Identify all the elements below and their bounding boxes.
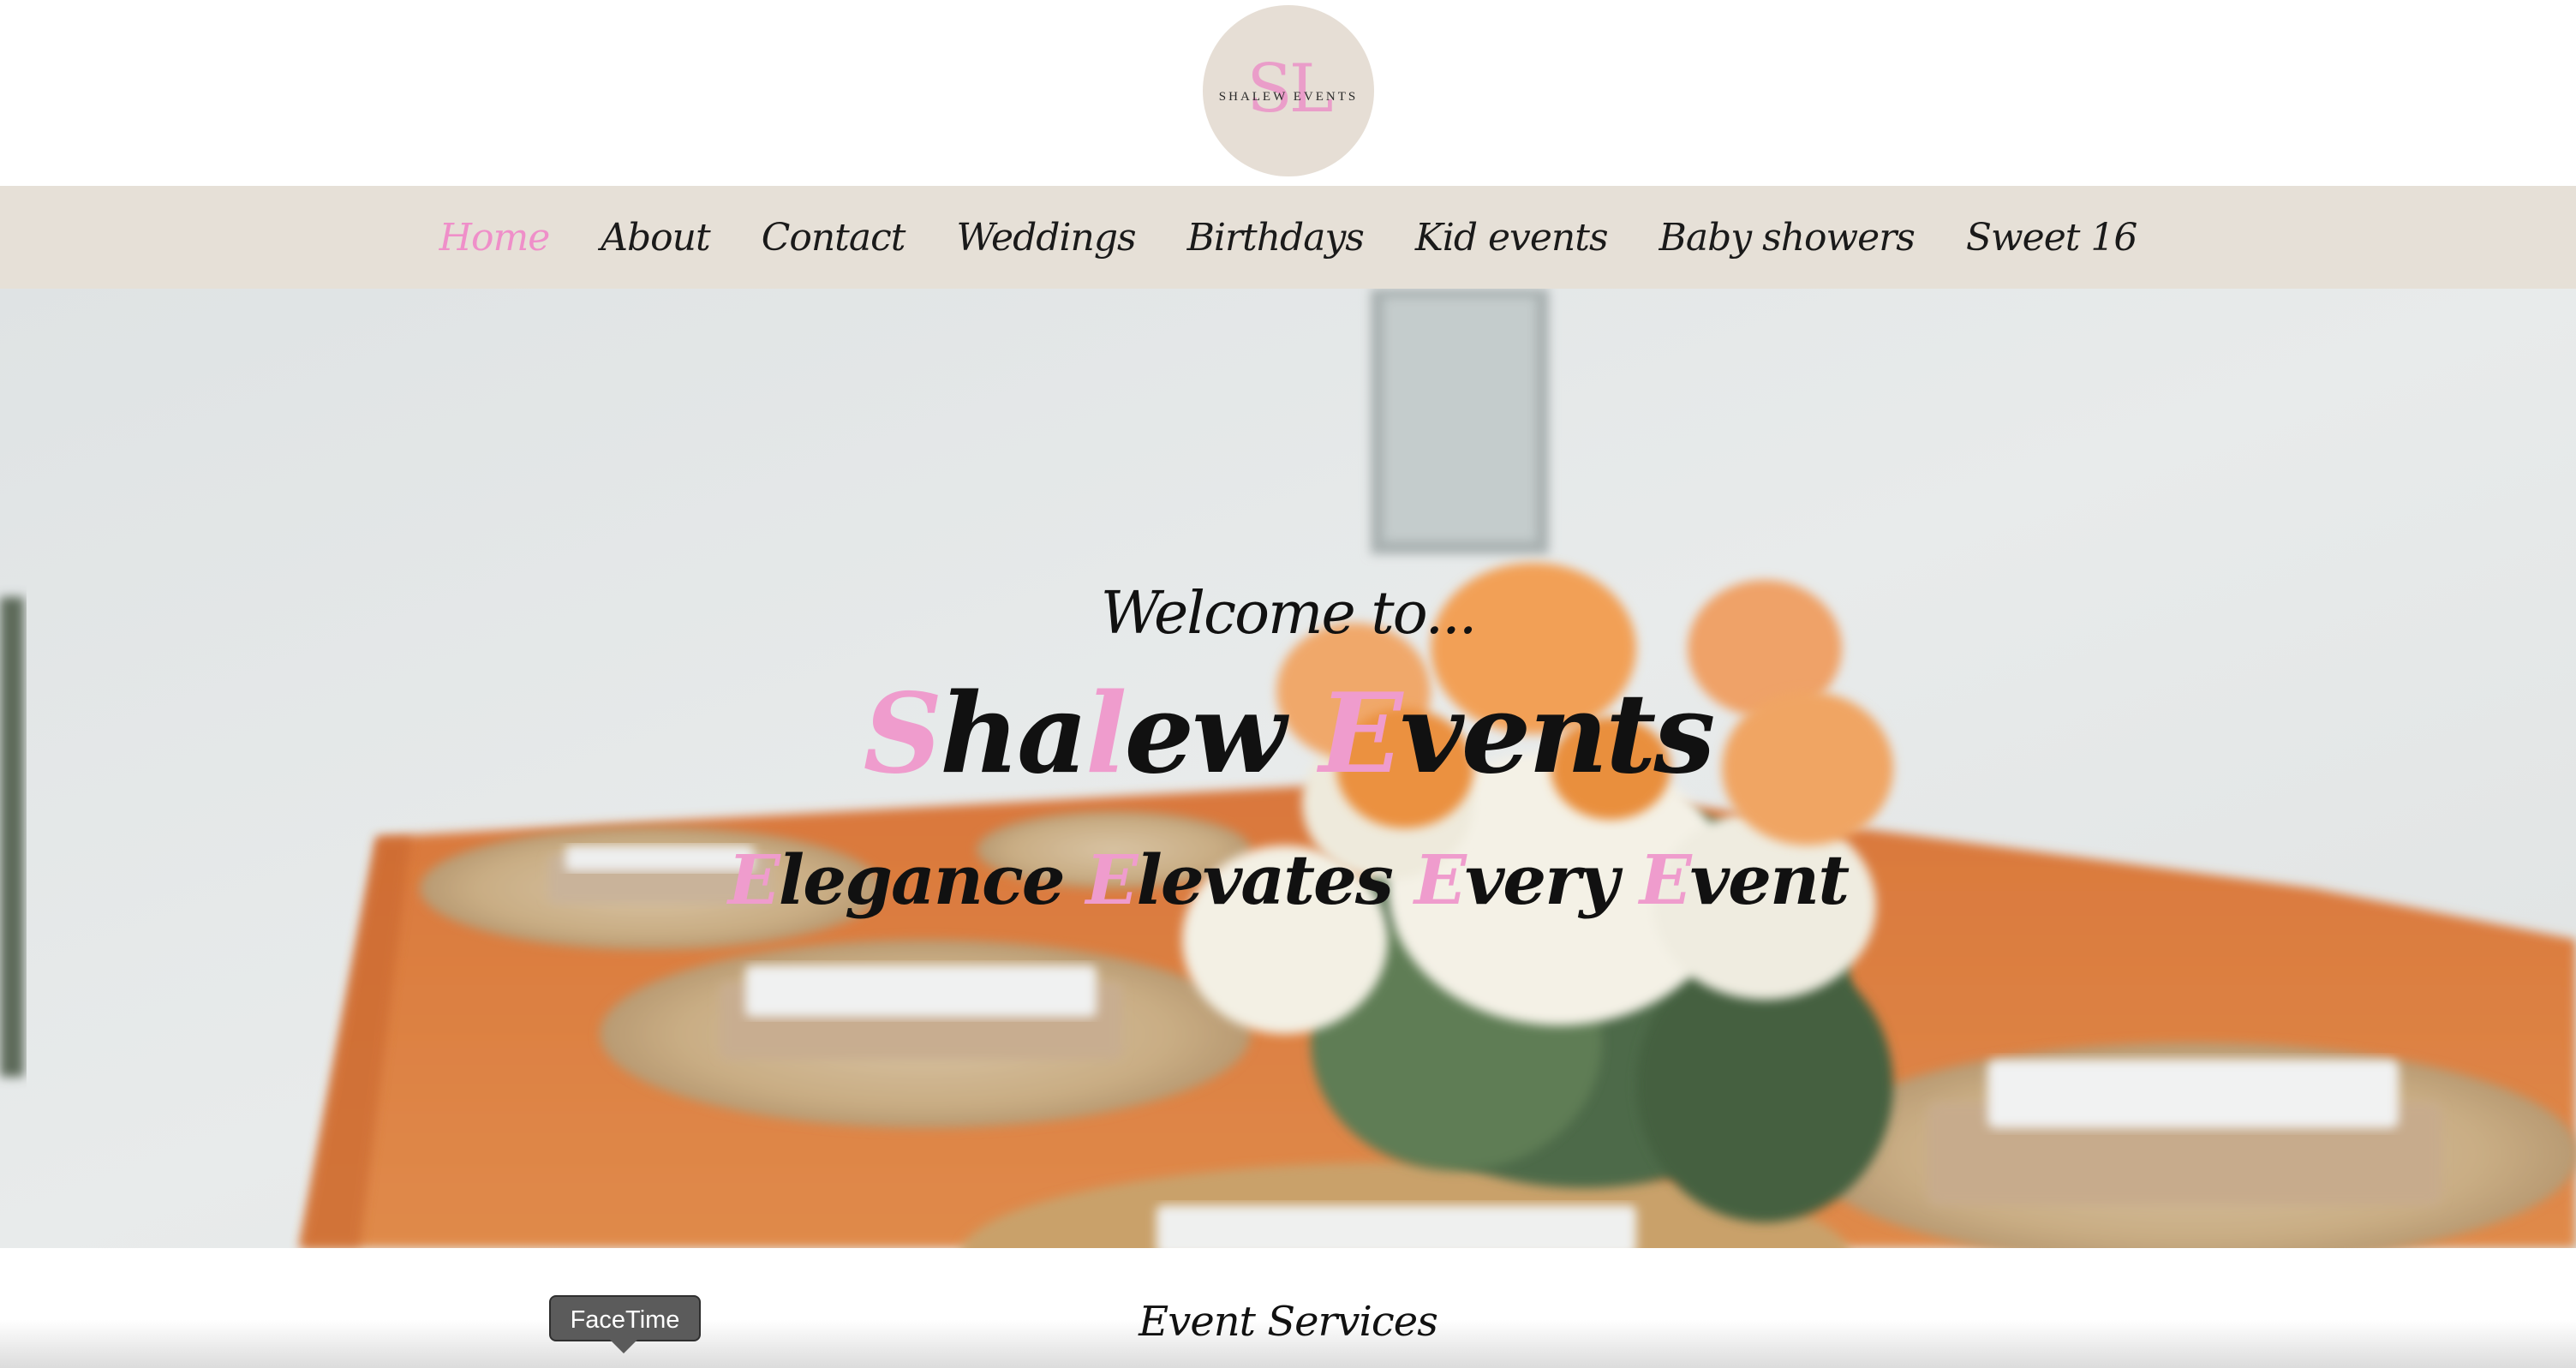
nav-item-sweet-16[interactable]: Sweet 16 <box>1966 216 2138 260</box>
tagline-part: E <box>1414 839 1467 920</box>
title-part: S <box>863 670 942 798</box>
tagline-part: E <box>1639 839 1692 920</box>
tagline-part: legance <box>778 839 1086 920</box>
nav-item-about[interactable]: About <box>601 216 710 260</box>
title-part: vents <box>1400 670 1715 798</box>
event-services-heading: Event Services <box>1139 1298 1438 1346</box>
site-title: Shalew Events <box>0 666 2576 803</box>
nav-item-contact[interactable]: Contact <box>762 216 906 260</box>
tooltip-arrow <box>610 1340 637 1353</box>
logo-text: SHALEW EVENTS <box>1218 90 1359 104</box>
tagline-part: vent <box>1689 839 1850 920</box>
title-part: ew <box>1124 670 1319 798</box>
site-logo[interactable]: SL SHALEW EVENTS <box>1203 5 1374 176</box>
hero-text-block: Welcome to... Shalew Events Elegance Ele… <box>0 289 2576 1248</box>
tagline-part: levates <box>1136 839 1414 920</box>
nav-item-kid-events[interactable]: Kid events <box>1415 216 1609 260</box>
tagline-part: very <box>1464 839 1640 920</box>
welcome-heading: Welcome to... <box>1100 580 1478 648</box>
tagline: Elegance Elevates Every Event <box>0 837 2576 923</box>
nav-item-home[interactable]: Home <box>439 216 551 260</box>
title-part: l <box>1085 670 1127 798</box>
nav-item-weddings[interactable]: Weddings <box>956 216 1136 260</box>
title-part: E <box>1318 670 1403 798</box>
nav-item-baby-showers[interactable]: Baby showers <box>1659 216 1916 260</box>
hero-banner: Welcome to... Shalew Events Elegance Ele… <box>0 289 2576 1248</box>
tagline-part: E <box>727 839 780 920</box>
event-services-section: Event Services <box>0 1248 2576 1368</box>
site-header: SL SHALEW EVENTS <box>0 0 2576 186</box>
main-nav: Home About Contact Weddings Birthdays Ki… <box>0 186 2576 289</box>
facetime-tooltip: FaceTime <box>549 1295 701 1341</box>
nav-item-birthdays[interactable]: Birthdays <box>1187 216 1365 260</box>
title-part: ha <box>940 670 1088 798</box>
tagline-part: E <box>1085 839 1138 920</box>
